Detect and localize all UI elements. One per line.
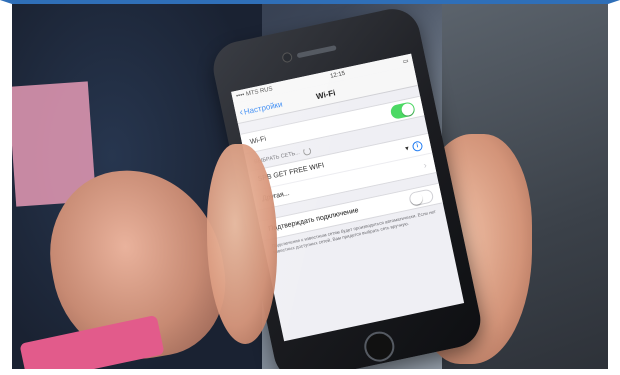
wifi-signal-icon: ▾ xyxy=(404,144,410,153)
network-icons: ▾ i xyxy=(404,139,424,153)
back-label: Настройки xyxy=(242,99,284,117)
back-button[interactable]: ‹ Настройки xyxy=(238,98,283,118)
chevron-right-icon: › xyxy=(422,159,428,170)
photo-frame: •••• MTS RUS 12:15 ▭ ‹ Настройки Wi-Fi W… xyxy=(0,0,620,375)
loading-spinner-icon xyxy=(302,146,313,157)
wifi-toggle[interactable] xyxy=(389,100,416,120)
clock: 12:15 xyxy=(329,70,346,80)
battery-icon: ▭ xyxy=(402,57,410,65)
front-camera xyxy=(281,51,294,64)
ask-join-toggle[interactable] xyxy=(407,187,435,207)
earpiece xyxy=(296,45,337,59)
toggle-knob xyxy=(409,191,424,206)
wifi-label: Wi-Fi xyxy=(249,135,267,146)
info-icon[interactable]: i xyxy=(411,139,424,152)
home-button[interactable] xyxy=(361,328,398,365)
